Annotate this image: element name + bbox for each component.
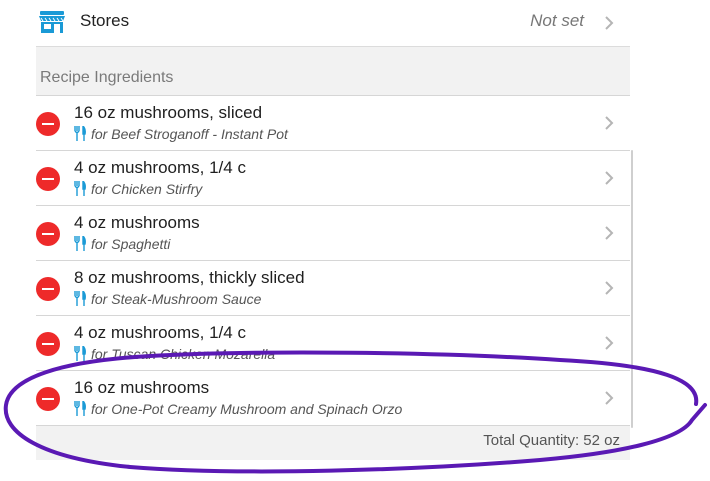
ingredient-recipe: for Spaghetti [91, 236, 171, 252]
delete-icon[interactable] [36, 332, 60, 356]
ingredient-name: 4 oz mushrooms, 1/4 c [74, 323, 246, 342]
ingredient-row[interactable]: 4 oz mushrooms, 1/4 c for Tuscan Chicken… [36, 315, 630, 370]
delete-icon[interactable] [36, 167, 60, 191]
fork-knife-icon [74, 181, 86, 196]
ingredient-row[interactable]: 4 oz mushrooms, 1/4 c for Chicken Stirfr… [36, 150, 630, 205]
ingredient-name: 8 oz mushrooms, thickly sliced [74, 268, 305, 287]
stores-label: Stores [80, 11, 130, 30]
chevron-right-icon [605, 281, 614, 295]
ingredient-name: 16 oz mushrooms [74, 378, 210, 397]
scrollbar[interactable] [631, 150, 633, 428]
chevron-right-icon [605, 391, 614, 405]
total-quantity: Total Quantity: 52 oz [483, 432, 620, 449]
stores-row[interactable]: Stores Not set [36, 0, 630, 47]
stores-value: Not set [530, 11, 584, 30]
section-header-recipe-ingredients: Recipe Ingredients [40, 69, 174, 86]
fork-knife-icon [74, 126, 86, 141]
ingredient-recipe: for Chicken Stirfry [91, 181, 203, 197]
ingredient-list: 16 oz mushrooms, sliced for Beef Strogan… [36, 95, 630, 426]
ingredient-name: 16 oz mushrooms, sliced [74, 103, 263, 122]
chevron-right-icon [605, 171, 614, 185]
ingredient-detail-panel: Stores Not set Recipe Ingredients 16 oz … [36, 0, 630, 460]
ingredient-name: 4 oz mushrooms, 1/4 c [74, 158, 246, 177]
ingredient-recipe: for Steak-Mushroom Sauce [91, 291, 262, 307]
chevron-right-icon [605, 226, 614, 240]
fork-knife-icon [74, 346, 86, 361]
delete-icon[interactable] [36, 222, 60, 246]
delete-icon[interactable] [36, 277, 60, 301]
delete-icon[interactable] [36, 387, 60, 411]
fork-knife-icon [74, 401, 86, 416]
ingredient-row[interactable]: 8 oz mushrooms, thickly sliced for Steak… [36, 260, 630, 315]
chevron-right-icon [605, 116, 614, 130]
ingredient-row[interactable]: 16 oz mushrooms, sliced for Beef Strogan… [36, 95, 630, 150]
ingredient-recipe: for Beef Stroganoff - Instant Pot [91, 126, 288, 142]
ingredient-name: 4 oz mushrooms [74, 213, 200, 232]
chevron-right-icon [605, 336, 614, 350]
ingredient-recipe: for One-Pot Creamy Mushroom and Spinach … [91, 401, 403, 417]
fork-knife-icon [74, 236, 86, 251]
ingredient-row[interactable]: 4 oz mushrooms for Spaghetti [36, 205, 630, 260]
storefront-icon [39, 11, 65, 33]
ingredient-row[interactable]: 16 oz mushrooms for One-Pot Creamy Mushr… [36, 370, 630, 426]
ingredient-recipe: for Tuscan Chicken Mozarella [91, 346, 276, 362]
fork-knife-icon [74, 291, 86, 306]
chevron-right-icon [605, 16, 614, 30]
delete-icon[interactable] [36, 112, 60, 136]
